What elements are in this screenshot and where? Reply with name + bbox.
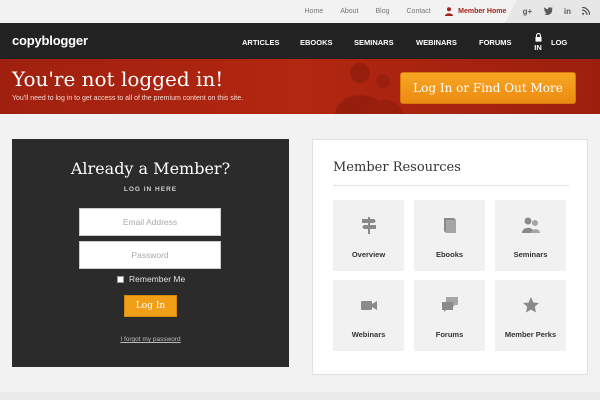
people-icon — [521, 217, 540, 233]
resource-tile-label: Member Perks — [504, 330, 557, 339]
nav-login[interactable]: IN LOG — [533, 33, 567, 52]
resource-tile-label: Overview — [351, 250, 386, 259]
lock-icon — [535, 33, 541, 42]
nav-login-line1: IN — [534, 43, 542, 52]
nav-item-seminars[interactable]: SEMINARS — [354, 38, 394, 47]
nav-login-stack: IN — [533, 33, 543, 52]
top-link-about[interactable]: About — [332, 8, 367, 15]
resource-tile-forums[interactable]: Forums — [414, 280, 485, 351]
star-icon — [522, 297, 539, 313]
resource-tile-label: Seminars — [513, 250, 548, 259]
banner-subtitle: You'll need to log in to get access to a… — [12, 95, 244, 102]
person-icon — [445, 7, 454, 16]
forgot-password: I forgot my password — [12, 336, 289, 343]
login-panel: Already a Member? LOG IN HERE Remember M… — [12, 139, 289, 367]
top-link-blog[interactable]: Blog — [367, 8, 398, 15]
site-logo[interactable]: copyblogger — [12, 33, 88, 48]
nav-login-line2: LOG — [551, 38, 568, 47]
login-button[interactable]: Log In — [124, 295, 177, 317]
signpost-icon — [361, 217, 376, 234]
login-title: Already a Member? — [70, 159, 231, 178]
top-links: Home About Blog Contact Member Home — [296, 0, 506, 23]
member-resources-panel: Member Resources Overview Ebooks Seminar… — [312, 139, 588, 375]
resources-divider — [333, 185, 569, 186]
social-links: g+ in — [505, 0, 600, 23]
resource-tile-label: Webinars — [351, 330, 386, 339]
top-link-home[interactable]: Home — [296, 8, 332, 15]
member-home-link[interactable]: Member Home — [445, 7, 506, 16]
forgot-password-link[interactable]: I forgot my password — [120, 336, 180, 343]
chat-bubbles-icon — [441, 297, 458, 312]
resource-tile-seminars[interactable]: Seminars — [495, 200, 566, 271]
nav-item-forums[interactable]: FORUMS — [479, 38, 512, 47]
top-link-contact[interactable]: Contact — [398, 8, 439, 15]
login-subtitle: LOG IN HERE — [123, 186, 178, 193]
password-field[interactable] — [79, 241, 221, 269]
top-utility-bar: Home About Blog Contact Member Home g+ i… — [0, 0, 600, 23]
resource-tile-overview[interactable]: Overview — [333, 200, 404, 271]
email-field[interactable] — [79, 208, 221, 236]
resource-tile-member-perks[interactable]: Member Perks — [495, 280, 566, 351]
twitter-icon[interactable] — [543, 6, 553, 17]
footer-band — [0, 392, 600, 400]
remember-me[interactable]: Remember Me — [117, 274, 185, 284]
remember-me-label: Remember Me — [129, 274, 186, 284]
resource-tile-label: Forums — [435, 330, 464, 339]
remember-me-checkbox[interactable] — [117, 275, 124, 283]
resources-title: Member Resources — [333, 160, 461, 175]
nav-item-ebooks[interactable]: EBOOKS — [300, 38, 333, 47]
nav-item-webinars[interactable]: WEBINARS — [416, 38, 457, 47]
nav-item-articles[interactable]: ARTICLES — [242, 38, 280, 47]
resource-tile-webinars[interactable]: Webinars — [333, 280, 404, 351]
linkedin-icon[interactable]: in — [564, 7, 571, 16]
book-icon — [443, 218, 456, 233]
rss-icon[interactable] — [582, 6, 591, 17]
resource-tile-label: Ebooks — [435, 250, 464, 259]
banner-title: You're not logged in! — [12, 67, 224, 91]
video-camera-icon — [360, 301, 377, 310]
member-home-label: Member Home — [458, 8, 507, 15]
google-plus-icon[interactable]: g+ — [523, 7, 533, 16]
login-or-find-out-more-button[interactable]: Log In or Find Out More — [400, 72, 576, 104]
resource-tile-ebooks[interactable]: Ebooks — [414, 200, 485, 271]
main-nav: copyblogger ARTICLES EBOOKS SEMINARS WEB… — [0, 23, 600, 59]
silhouette-graphic — [335, 63, 403, 114]
